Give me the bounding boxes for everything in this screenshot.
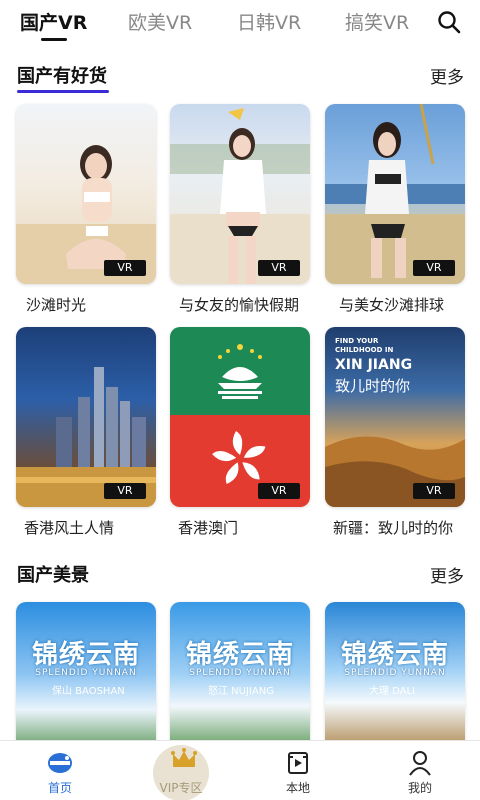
more-link[interactable]: 更多 <box>430 562 464 587</box>
nav-home[interactable]: 首页 <box>12 741 108 800</box>
more-link[interactable]: 更多 <box>430 63 464 88</box>
vr-badge: VR <box>413 260 455 276</box>
video-caption: 与女友的愉快假期 <box>179 296 300 314</box>
tab-funny-vr[interactable]: 搞笑VR <box>345 8 409 35</box>
home-icon <box>48 753 72 773</box>
section-header-scenery: 国产美景 更多 <box>0 561 480 597</box>
tab-japan-korea-vr[interactable]: 日韩VR <box>237 8 301 35</box>
bottom-navigation: 首页 VIP专区 本地 我的 <box>0 740 480 800</box>
vr-badge: VR <box>258 260 300 276</box>
section-title: 国产美景 <box>17 565 89 586</box>
crown-icon <box>171 748 197 767</box>
nav-local[interactable]: 本地 <box>250 741 346 800</box>
active-tab-indicator <box>41 38 67 41</box>
video-card-hk-macau[interactable]: VR <box>170 327 310 507</box>
nav-label: 首页 <box>47 781 72 795</box>
video-card-hongkong-culture[interactable]: VR <box>16 327 156 507</box>
hongkong-skyline-photo <box>16 367 156 507</box>
poster-place: 保山 BAOSHAN <box>52 686 125 697</box>
poster-place: 怒江 NUJIANG <box>208 686 274 697</box>
macau-hongkong-flags <box>170 327 310 507</box>
video-card-volleyball[interactable]: VR <box>325 104 465 284</box>
tab-western-vr[interactable]: 欧美VR <box>128 8 192 35</box>
poster-subtitle: SPLENDID YUNNAN <box>344 668 446 678</box>
poster-title: 锦绣云南 <box>185 640 294 670</box>
profile-icon <box>409 751 431 776</box>
video-card-xinjiang[interactable]: FIND YOUR CHILDHOOD IN XIN JIANG 致儿时的你 V… <box>325 327 465 507</box>
nav-profile[interactable]: 我的 <box>372 741 468 800</box>
poster-title: 锦绣云南 <box>340 640 449 670</box>
search-icon[interactable] <box>437 10 461 34</box>
vr-badge: VR <box>413 483 455 499</box>
video-caption: 沙滩时光 <box>26 296 87 314</box>
poster-place: 大理 DALI <box>369 686 416 697</box>
beach-photo <box>16 145 156 284</box>
vacation-photo <box>170 108 310 284</box>
video-card-vacation[interactable]: VR <box>170 104 310 284</box>
video-caption: 香港风土人情 <box>24 519 115 537</box>
vr-badge: VR <box>258 483 300 499</box>
top-tab-bar: 国产VR 欧美VR 日韩VR 搞笑VR <box>0 0 480 44</box>
poster-subtitle: SPLENDID YUNNAN <box>189 668 291 678</box>
section-header-featured: 国产有好货 更多 <box>0 62 480 98</box>
vr-badge: VR <box>104 483 146 499</box>
nav-label: 我的 <box>407 781 432 795</box>
desert-photo <box>325 436 465 507</box>
tab-domestic-vr[interactable]: 国产VR <box>20 8 87 35</box>
nav-vip[interactable]: VIP专区 <box>150 741 246 800</box>
section-title-underline <box>17 90 109 93</box>
poster-subtitle: SPLENDID YUNNAN <box>35 668 137 678</box>
section-title: 国产有好货 <box>17 66 107 87</box>
nav-label: VIP专区 <box>159 781 203 795</box>
local-video-icon <box>288 752 308 774</box>
video-caption: 与美女沙滩排球 <box>339 296 445 314</box>
video-card-beach-time[interactable]: VR <box>16 104 156 284</box>
video-caption: 新疆：致儿时的你 <box>333 519 454 537</box>
volleyball-photo <box>325 104 465 284</box>
vr-badge: VR <box>104 260 146 276</box>
nav-label: 本地 <box>285 781 310 795</box>
video-caption: 香港澳门 <box>178 519 239 537</box>
poster-title: 锦绣云南 <box>31 640 140 670</box>
